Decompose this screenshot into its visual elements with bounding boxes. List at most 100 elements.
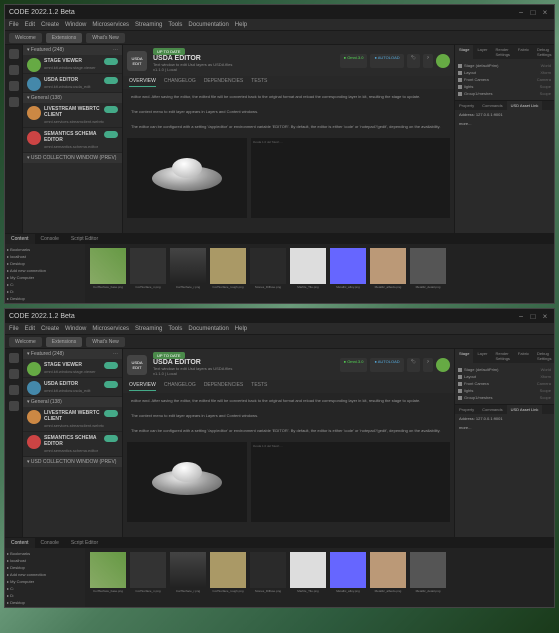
ext-item[interactable]: STAGE VIEWERomni.kit.window.stage.viewer [23,359,122,378]
ext-item[interactable]: STAGE VIEWERomni.kit.window.stage.viewer [23,55,122,74]
ext-toggle[interactable] [104,77,118,84]
folder-item[interactable]: ▸ Add new connection [7,571,83,578]
detail-tab[interactable]: DEPENDENCIES [204,78,243,87]
thumbnail[interactable]: CorfSurface_rough.png [209,248,247,299]
prop-tab[interactable]: USD Asset Link [507,101,543,110]
thumbnail[interactable]: CorfSurface_r.png [169,552,207,603]
thumbnail[interactable]: Metallic_alloy.png [329,248,367,299]
tree-item[interactable]: Front CameraCamera [458,76,551,83]
folder-item[interactable]: ▸ localhost [7,253,83,260]
stage-tab[interactable]: Layer [473,45,491,59]
thumbnail[interactable]: Metallic_detail.png [409,552,447,603]
ext-toggle[interactable] [104,381,118,388]
toolbar-tab[interactable]: Welcome [9,337,42,347]
ext-item[interactable]: ▾ USD COLLECTION WINDOW (PREV) [23,153,122,163]
detail-tab[interactable]: TESTS [251,78,267,87]
menu-tools[interactable]: Tools [168,22,182,28]
menu-microservices[interactable]: Microservices [92,22,129,28]
folder-item[interactable]: ▸ localhost [7,557,83,564]
detail-tab[interactable]: CHANGELOG [164,78,196,87]
more-link[interactable]: more... [455,119,554,128]
detail-pill[interactable]: ● AUTOLOAD [370,358,403,372]
folder-item[interactable]: ▸ D: [7,288,83,295]
preview-viewport[interactable] [127,442,247,522]
stage-tab[interactable]: Layer [473,349,491,363]
ext-toggle[interactable] [104,435,118,442]
folder-item[interactable]: ▸ Add new connection [7,267,83,274]
menu-create[interactable]: Create [41,22,59,28]
menu-file[interactable]: File [9,326,19,332]
activity-icon[interactable] [9,369,19,379]
address-field[interactable]: Address: 127.0.0.1:9001 [455,110,554,119]
menu-edit[interactable]: Edit [25,326,35,332]
thumbnail[interactable]: CorfSurface_rough.png [209,552,247,603]
thumbnail[interactable]: Metallic_albedo.png [369,552,407,603]
ext-item[interactable]: USDA EDITORomni.kit.window.usda_edit [23,378,122,397]
filter-icon[interactable]: ⋯ [113,351,118,357]
stage-tab[interactable]: Fabric [514,45,533,59]
more-link[interactable]: more... [455,423,554,432]
detail-pill[interactable]: ● Omni.3.0 [340,358,368,372]
tree-item[interactable]: Group1/meshesScope [458,90,551,97]
thumbnail[interactable]: Stones_Diffuse.png [249,552,287,603]
menu-window[interactable]: Window [65,326,86,332]
tree-item[interactable]: LayoutXform [458,373,551,380]
thumbnail[interactable]: CorfSurface_r.png [169,248,207,299]
prop-tab[interactable]: Property [455,101,478,110]
bottom-tab[interactable]: Console [35,234,65,244]
menu-tools[interactable]: Tools [168,326,182,332]
tree-item[interactable]: LayoutXform [458,69,551,76]
folder-item[interactable]: ▸ C: [7,281,83,288]
minimize-button[interactable]: − [516,7,526,17]
launch-icon[interactable] [436,358,450,372]
bottom-tab[interactable]: Content [5,234,35,244]
prop-tab[interactable]: Commands [478,405,506,414]
ext-item[interactable]: ▾ General (138) [23,397,122,407]
activity-icon[interactable] [9,353,19,363]
detail-tab[interactable]: OVERVIEW [129,382,156,391]
help-icon[interactable]: ? [423,54,433,68]
folder-item[interactable]: ▸ Desktop [7,599,83,606]
launch-icon[interactable] [436,54,450,68]
prop-tab[interactable]: Commands [478,101,506,110]
menu-documentation[interactable]: Documentation [188,326,228,332]
toolbar-tab[interactable]: Extensions [46,337,82,347]
maximize-button[interactable]: □ [528,311,538,321]
prop-tab[interactable]: Property [455,405,478,414]
preview-viewport[interactable] [127,138,247,218]
activity-icon[interactable] [9,385,19,395]
bottom-tab[interactable]: Console [35,538,65,548]
detail-tab[interactable]: OVERVIEW [129,78,156,87]
stage-tab[interactable]: Debug Settings [533,45,554,59]
menu-streaming[interactable]: Streaming [135,326,162,332]
folder-item[interactable]: ▸ D: [7,592,83,599]
folder-item[interactable]: ▸ My Computer [7,274,83,281]
preview-code[interactable]: #usda 1.0 def Mesh ... [251,138,450,218]
ext-item[interactable]: LIVESTREAM WEBRTC CLIENTomni.services.st… [23,407,122,432]
close-button[interactable]: × [540,7,550,17]
toolbar-tab[interactable]: What's New [86,337,125,347]
tree-item[interactable]: Group1/meshesScope [458,394,551,401]
filter-icon[interactable]: ⋯ [113,47,118,53]
ext-item[interactable]: LIVESTREAM WEBRTC CLIENTomni.services.st… [23,103,122,128]
tree-item[interactable]: Front CameraCamera [458,380,551,387]
bottom-tab[interactable]: Content [5,538,35,548]
menu-streaming[interactable]: Streaming [135,22,162,28]
menu-help[interactable]: Help [235,22,247,28]
thumbnail[interactable]: CorfSurface_base.png [89,552,127,603]
folder-item[interactable]: ▸ Desktop [7,260,83,267]
ext-header[interactable]: ▾ Featured (248)⋯ [23,45,122,55]
detail-tab[interactable]: CHANGELOG [164,382,196,391]
ext-item[interactable]: USDA EDITORomni.kit.window.usda_edit [23,74,122,93]
folder-item[interactable]: ▸ C: [7,585,83,592]
folder-item[interactable]: ▸ Bookmarks [7,550,83,557]
address-field[interactable]: Address: 127.0.0.1:9001 [455,414,554,423]
menu-create[interactable]: Create [41,326,59,332]
thumbnail[interactable]: Stones_Diffuse.png [249,248,287,299]
ext-item[interactable]: ▾ General (138) [23,93,122,103]
menu-window[interactable]: Window [65,22,86,28]
stage-tab[interactable]: Render Settings [491,349,513,363]
maximize-button[interactable]: □ [528,7,538,17]
help-icon[interactable]: ? [423,358,433,372]
ext-toggle[interactable] [104,106,118,113]
